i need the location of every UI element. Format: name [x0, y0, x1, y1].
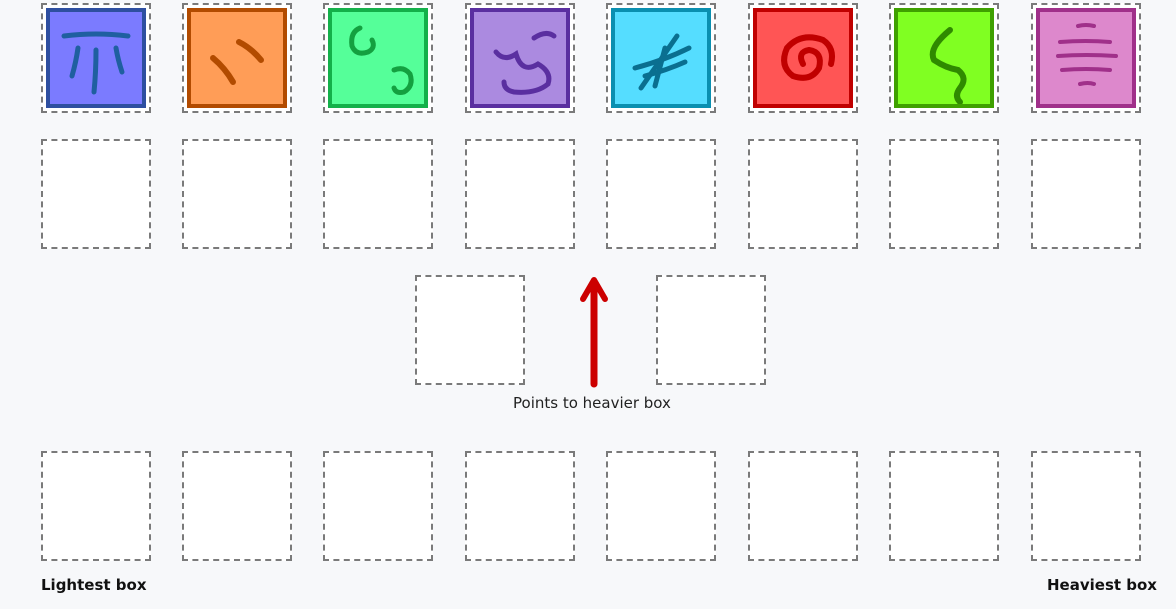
- weight-box-6[interactable]: [753, 8, 853, 108]
- weight-box-7[interactable]: [894, 8, 994, 108]
- three-lines-bar-symbol-icon: [61, 31, 131, 95]
- order-slot-6[interactable]: [748, 451, 858, 561]
- heaviest-label: Heaviest box: [1047, 576, 1157, 594]
- order-slot-5[interactable]: [606, 451, 716, 561]
- compare-slot-right[interactable]: [656, 275, 766, 385]
- source-slot-4[interactable]: [465, 3, 575, 113]
- weight-box-1[interactable]: [46, 8, 146, 108]
- staging-slot-3[interactable]: [323, 139, 433, 249]
- staging-slot-7[interactable]: [889, 139, 999, 249]
- hash-symbol-icon: [632, 33, 692, 91]
- up-arrow-icon: [580, 277, 608, 388]
- source-slot-6[interactable]: [748, 3, 858, 113]
- order-slot-8[interactable]: [1031, 451, 1141, 561]
- spiral-symbol-icon: [781, 34, 835, 81]
- order-slot-2[interactable]: [182, 451, 292, 561]
- staging-slot-4[interactable]: [465, 139, 575, 249]
- wave-symbol-icon: [493, 30, 557, 95]
- source-slot-2[interactable]: [182, 3, 292, 113]
- order-slot-1[interactable]: [41, 451, 151, 561]
- weight-box-3[interactable]: [328, 8, 428, 108]
- order-slot-3[interactable]: [323, 451, 433, 561]
- compare-slot-left[interactable]: [415, 275, 525, 385]
- staging-slot-6[interactable]: [748, 139, 858, 249]
- s-curve-symbol-icon: [929, 27, 967, 104]
- staging-slot-1[interactable]: [41, 139, 151, 249]
- weight-box-8[interactable]: [1036, 8, 1136, 108]
- lightest-label: Lightest box: [41, 576, 147, 594]
- weight-box-2[interactable]: [187, 8, 287, 108]
- order-slot-7[interactable]: [889, 451, 999, 561]
- source-slot-7[interactable]: [889, 3, 999, 113]
- stacked-lines-symbol-icon: [1056, 23, 1118, 86]
- weight-box-4[interactable]: [470, 8, 570, 108]
- staging-slot-2[interactable]: [182, 139, 292, 249]
- two-loops-symbol-icon: [349, 25, 414, 95]
- source-slot-1[interactable]: [41, 3, 151, 113]
- source-slot-3[interactable]: [323, 3, 433, 113]
- staging-slot-8[interactable]: [1031, 139, 1141, 249]
- weight-box-5[interactable]: [611, 8, 711, 108]
- staging-slot-5[interactable]: [606, 139, 716, 249]
- source-slot-5[interactable]: [606, 3, 716, 113]
- source-slot-8[interactable]: [1031, 3, 1141, 113]
- compare-caption: Points to heavier box: [513, 394, 671, 412]
- order-slot-4[interactable]: [465, 451, 575, 561]
- two-dashes-symbol-icon: [210, 39, 264, 85]
